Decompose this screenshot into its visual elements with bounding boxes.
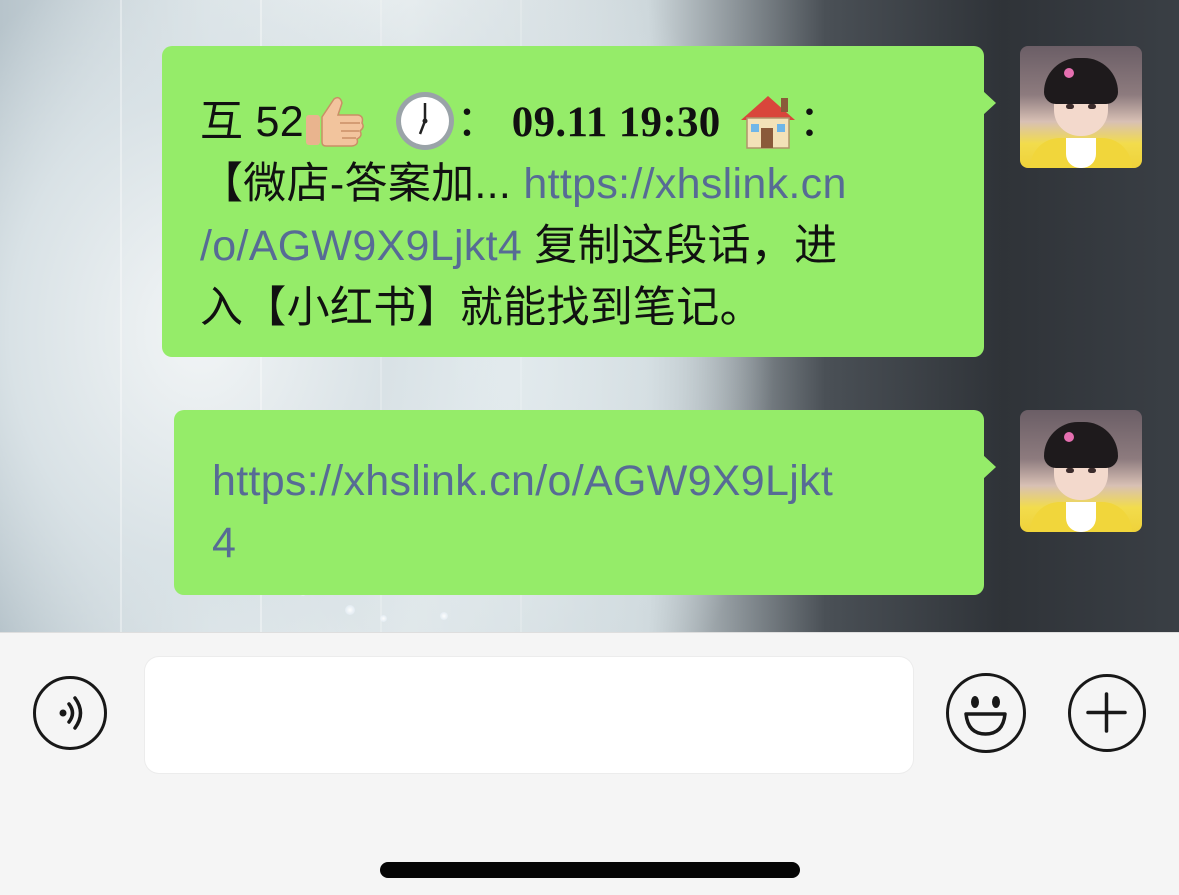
emoji-button[interactable] bbox=[946, 673, 1026, 753]
separator-colon: ： bbox=[798, 98, 843, 146]
voice-button[interactable] bbox=[33, 676, 107, 750]
avatar[interactable] bbox=[1020, 410, 1142, 532]
message-bubble[interactable]: 互 52 ： 09.11 19:30 ： 【微店-答案加... https://… bbox=[162, 46, 996, 357]
clock-icon bbox=[394, 90, 456, 152]
message-link[interactable]: 4 bbox=[212, 519, 236, 567]
message-text: https://xhslink.cn/o/AGW9X9Ljkt 4 bbox=[212, 450, 950, 574]
message-link[interactable]: /o/AGW9X9Ljkt4 bbox=[200, 222, 522, 270]
message-input[interactable] bbox=[145, 657, 913, 773]
house-icon bbox=[737, 92, 799, 150]
thumbs-up-icon bbox=[304, 93, 366, 149]
event-time: 09.11 19:30 bbox=[511, 99, 721, 146]
more-button[interactable] bbox=[1068, 674, 1146, 752]
chat-background: 互 52 ： 09.11 19:30 ： 【微店-答案加... https://… bbox=[0, 0, 1179, 632]
separator-colon: ： bbox=[456, 98, 500, 146]
message-text-segment: 【微店-答案加... bbox=[200, 160, 524, 208]
message-text-prefix: 互 52 bbox=[200, 98, 304, 146]
smiley-face-icon bbox=[964, 696, 1007, 736]
message-text-segment: 入【小红书】就能找到笔记。 bbox=[200, 284, 763, 332]
message-link[interactable]: https://xhslink.cn/o/AGW9X9Ljkt bbox=[212, 457, 833, 505]
home-indicator bbox=[380, 862, 800, 878]
input-bar bbox=[0, 632, 1179, 895]
message-link[interactable]: https://xhslink.cn bbox=[523, 160, 846, 208]
message-text: 互 52 ： 09.11 19:30 ： 【微店-答案加... https://… bbox=[200, 91, 948, 339]
message-text-segment: 复制这段话，进 bbox=[522, 222, 838, 270]
voice-icon bbox=[59, 696, 83, 730]
message-bubble[interactable]: https://xhslink.cn/o/AGW9X9Ljkt 4 bbox=[174, 410, 996, 595]
avatar[interactable] bbox=[1020, 46, 1142, 168]
plus-icon bbox=[1086, 692, 1127, 733]
